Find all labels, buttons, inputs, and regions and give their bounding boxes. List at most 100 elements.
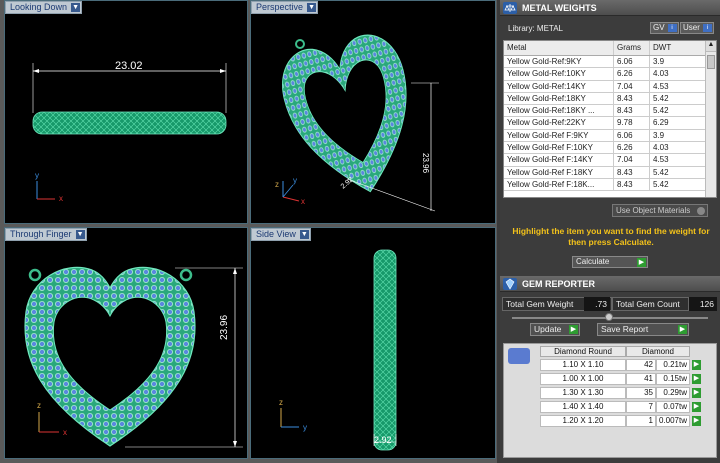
save-report-label: Save Report xyxy=(601,324,649,334)
table-cell: Yellow Gold-Ref F:10KY xyxy=(504,142,614,154)
user-button[interactable]: User i xyxy=(680,22,714,34)
app-window: 23.02 y x Looking Down▼ 23.96 2.92 z y xyxy=(0,0,720,463)
table-cell: 4.03 xyxy=(653,143,669,153)
table-row[interactable]: Yellow Gold-Ref F:9KY 6.06 3.9 xyxy=(504,129,716,143)
table-cell: Yellow Gold-Ref:14KY xyxy=(504,80,614,92)
column-header-dwt[interactable]: DWT xyxy=(650,41,706,55)
dimension-label: 23.02 xyxy=(115,60,143,72)
viewport-tab[interactable]: Side View ▼ xyxy=(251,228,311,241)
calculate-hint: Highlight the item you want to find the … xyxy=(512,226,710,247)
table-cell: 0.007tw xyxy=(656,415,690,427)
table-cell: Yellow Gold-Ref:18KY ... xyxy=(504,105,614,117)
axis-y-label: y xyxy=(303,423,307,432)
play-icon[interactable]: ▶ xyxy=(692,360,701,370)
table-cell: 1.40 X 1.40 xyxy=(540,401,626,413)
library-label: Library: METAL xyxy=(508,24,563,33)
play-icon: ▶ xyxy=(678,325,687,334)
table-cell: Yellow Gold-Ref F:9KY xyxy=(504,129,614,142)
column-header-diamond: Diamond xyxy=(626,346,690,357)
total-gem-count-label: Total Gem Count xyxy=(612,297,689,311)
radio-icon xyxy=(697,207,705,215)
gem-reporter-header: GEM REPORTER xyxy=(500,276,720,292)
info-icon: i xyxy=(667,24,677,32)
save-report-button[interactable]: Save Report ▶ xyxy=(597,323,689,336)
total-gem-weight-value: .73 xyxy=(584,297,610,311)
table-row[interactable]: Yellow Gold-Ref:18KY 8.43 5.42 xyxy=(504,92,716,106)
perspective-render: 23.96 2.92 z y x xyxy=(275,34,439,212)
user-button-label: User xyxy=(683,23,700,32)
axis-z-label: z xyxy=(37,401,41,410)
axis-x-label: x xyxy=(301,197,305,206)
panel-title: METAL WEIGHTS xyxy=(522,3,597,13)
viewport-tab[interactable]: Perspective ▼ xyxy=(251,1,319,14)
gem-slider[interactable] xyxy=(512,313,708,321)
table-row[interactable]: Yellow Gold-Ref F:18KY 8.43 5.42 xyxy=(504,166,716,179)
chevron-down-icon[interactable]: ▼ xyxy=(71,3,81,12)
viewport-tab[interactable]: Looking Down ▼ xyxy=(5,1,83,14)
table-cell: Yellow Gold-Ref F:18K... xyxy=(504,178,614,191)
table-header: Metal Grams DWT xyxy=(504,41,716,56)
column-header-grams[interactable]: Grams xyxy=(614,41,650,55)
table-row[interactable]: Yellow Gold-Ref:10KY 6.26 4.03 xyxy=(504,68,716,81)
calculate-label: Calculate xyxy=(576,257,610,266)
table-cell: Yellow Gold-Ref F:14KY xyxy=(504,154,614,166)
play-icon[interactable]: ▶ xyxy=(692,402,701,412)
metal-table[interactable]: Metal Grams DWT Yellow Gold-Ref:9KY 6.06 3… xyxy=(503,40,717,198)
scroll-up-icon[interactable]: ▲ xyxy=(706,41,716,52)
table-cell: 5.42 xyxy=(653,167,669,177)
axis-y-label: y xyxy=(35,171,39,180)
axis-z-label: z xyxy=(279,398,283,407)
chevron-down-icon[interactable]: ▼ xyxy=(299,230,309,239)
viewport-perspective[interactable]: 23.96 2.92 z y x Perspective ▼ xyxy=(250,0,496,224)
table-row[interactable]: Yellow Gold-Ref F:18K... 8.43 5.42 xyxy=(504,178,716,192)
gem-table[interactable]: Diamond Round Diamond 1.10 X 1.10 42 0.21t… xyxy=(503,343,717,458)
table-cell: Yellow Gold-Ref:9KY xyxy=(504,56,614,68)
dimension-label: 23.96 xyxy=(421,153,430,174)
column-header-metal[interactable]: Metal xyxy=(504,41,614,55)
gem-icon xyxy=(503,278,517,290)
viewport-looking-down[interactable]: 23.02 y x Looking Down ▼ xyxy=(4,0,248,224)
viewport-tab[interactable]: Through Finger ▼ xyxy=(5,228,87,241)
viewport-side-view[interactable]: 2.92 z y Side View ▼ xyxy=(250,227,496,459)
update-label: Update xyxy=(534,324,562,334)
table-row[interactable]: Yellow Gold-Ref:18KY ... 8.43 5.42 xyxy=(504,105,716,118)
slider-knob[interactable] xyxy=(605,313,613,321)
table-row[interactable]: Yellow Gold-Ref:22KY 9.78 6.29 xyxy=(504,117,716,130)
table-row[interactable]: Yellow Gold-Ref F:14KY 7.04 4.53 xyxy=(504,154,716,167)
table-cell: 6.26 xyxy=(614,68,650,80)
table-cell: 0.21tw xyxy=(656,359,690,371)
table-cell: 3.9 xyxy=(653,57,665,66)
table-cell: 1.00 X 1.00 xyxy=(540,373,626,385)
table-cell: 4.53 xyxy=(653,155,669,165)
table-cell: 1.30 X 1.30 xyxy=(540,387,626,399)
scroll-thumb[interactable] xyxy=(707,55,715,69)
table-body: Yellow Gold-Ref:9KY 6.06 3.9 Yellow Gold-Re… xyxy=(504,56,716,192)
table-row[interactable]: Yellow Gold-Ref:14KY 7.04 4.53 xyxy=(504,80,716,93)
axis-y-label: y xyxy=(293,176,297,185)
calculate-button[interactable]: Calculate ▶ xyxy=(572,256,648,268)
viewport-tab-label: Perspective xyxy=(256,2,304,12)
table-row[interactable]: Yellow Gold-Ref F:10KY 6.26 4.03 xyxy=(504,142,716,155)
dimension-label: 23.96 xyxy=(219,315,230,340)
table-cell: 8.43 xyxy=(614,92,650,105)
update-button[interactable]: Update ▶ xyxy=(530,323,580,336)
table-cell: 7.04 xyxy=(614,80,650,92)
play-icon[interactable]: ▶ xyxy=(692,374,701,384)
use-object-materials-toggle[interactable]: Use Object Materials xyxy=(612,204,708,217)
table-cell: Yellow Gold-Ref:22KY xyxy=(504,117,614,129)
viewport-tab-label: Through Finger xyxy=(10,229,72,239)
gv-button[interactable]: GV i xyxy=(650,22,679,34)
table-cell: 6.06 xyxy=(614,129,650,142)
play-icon[interactable]: ▶ xyxy=(692,416,701,426)
viewport-through-finger[interactable]: 23.96 z x Through Finger ▼ xyxy=(4,227,248,459)
chevron-down-icon[interactable]: ▼ xyxy=(307,3,317,12)
column-header-round: Diamond Round xyxy=(540,346,626,357)
table-cell: 1 xyxy=(626,415,656,427)
table-scrollbar[interactable]: ▲ xyxy=(705,41,716,197)
info-icon: i xyxy=(702,24,712,32)
play-icon[interactable]: ▶ xyxy=(692,388,701,398)
table-row[interactable]: Yellow Gold-Ref:9KY 6.06 3.9 xyxy=(504,56,716,69)
table-cell: 6.29 xyxy=(653,118,669,128)
dimension-label: 2.92 xyxy=(374,435,392,445)
chevron-down-icon[interactable]: ▼ xyxy=(75,230,85,239)
